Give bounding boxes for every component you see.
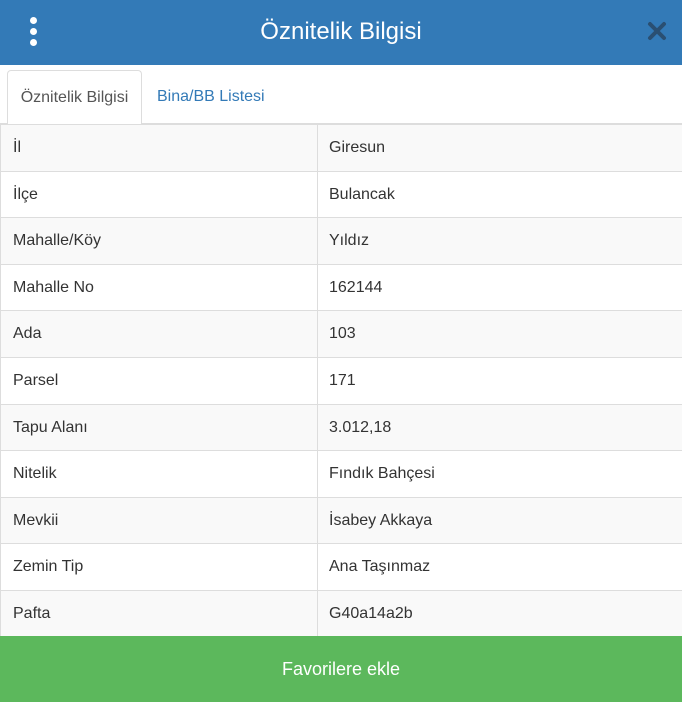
attribute-key: Pafta (0, 590, 318, 637)
panel-header: Öznitelik Bilgisi (0, 0, 682, 65)
panel-title: Öznitelik Bilgisi (260, 18, 422, 45)
attribute-value: Bulancak (329, 185, 395, 203)
tab-building-list[interactable]: Bina/BB Listesi (145, 70, 277, 125)
attribute-key: Nitelik (0, 451, 318, 497)
attribute-value: 3.012,18 (329, 418, 392, 436)
table-row: Parsel 171 (0, 357, 682, 405)
attribute-value: G40a14a2b (329, 604, 413, 622)
attribute-value: Fındık Bahçesi (329, 465, 435, 483)
add-favorite-button[interactable]: Favorilere ekle (0, 636, 682, 702)
attribute-key: İlçe (0, 171, 318, 218)
tab-attribute-info[interactable]: Öznitelik Bilgisi (7, 70, 142, 125)
attribute-value: Yıldız (329, 232, 370, 250)
table-row: Tapu Alanı 3.012,18 (0, 404, 682, 452)
table-row: Nitelik Fındık Bahçesi (0, 451, 682, 498)
table-row: Pafta G40a14a2b (0, 590, 682, 638)
table-row: Ada 103 (0, 311, 682, 358)
attribute-panel: Öznitelik Bilgisi Öznitelik Bilgisi Bina… (0, 0, 682, 702)
attribute-value: 103 (329, 325, 356, 343)
table-row: İlçe Bulancak (0, 171, 682, 219)
attribute-key: Zemin Tip (0, 544, 318, 590)
attribute-key: Tapu Alanı (0, 404, 318, 451)
attribute-value: 171 (329, 371, 356, 389)
attribute-key: Parsel (0, 357, 318, 404)
attribute-value: İsabey Akkaya (329, 511, 433, 529)
attribute-key: Ada (0, 311, 318, 357)
table-row: Mevkii İsabey Akkaya (0, 497, 682, 545)
attribute-key: Mahalle No (0, 264, 318, 311)
table-row: İl Giresun (0, 125, 682, 172)
table-row: Mahalle No 162144 (0, 264, 682, 312)
attribute-table: İl Giresun İlçe Bulancak Mahalle/Köy Yıldız Ma… (0, 124, 682, 638)
close-icon[interactable] (646, 20, 668, 42)
attribute-value: Giresun (329, 139, 386, 156)
attribute-key: Mahalle/Köy (0, 218, 318, 264)
attribute-key: İl (0, 125, 318, 171)
table-row: Mahalle/Köy Yıldız (0, 218, 682, 265)
attribute-key: Mevkii (0, 497, 318, 544)
tab-bar: Öznitelik Bilgisi Bina/BB Listesi (0, 65, 682, 125)
attribute-value: 162144 (329, 278, 383, 296)
table-row: Zemin Tip Ana Taşınmaz (0, 544, 682, 591)
attribute-value: Ana Taşınmaz (329, 558, 431, 576)
